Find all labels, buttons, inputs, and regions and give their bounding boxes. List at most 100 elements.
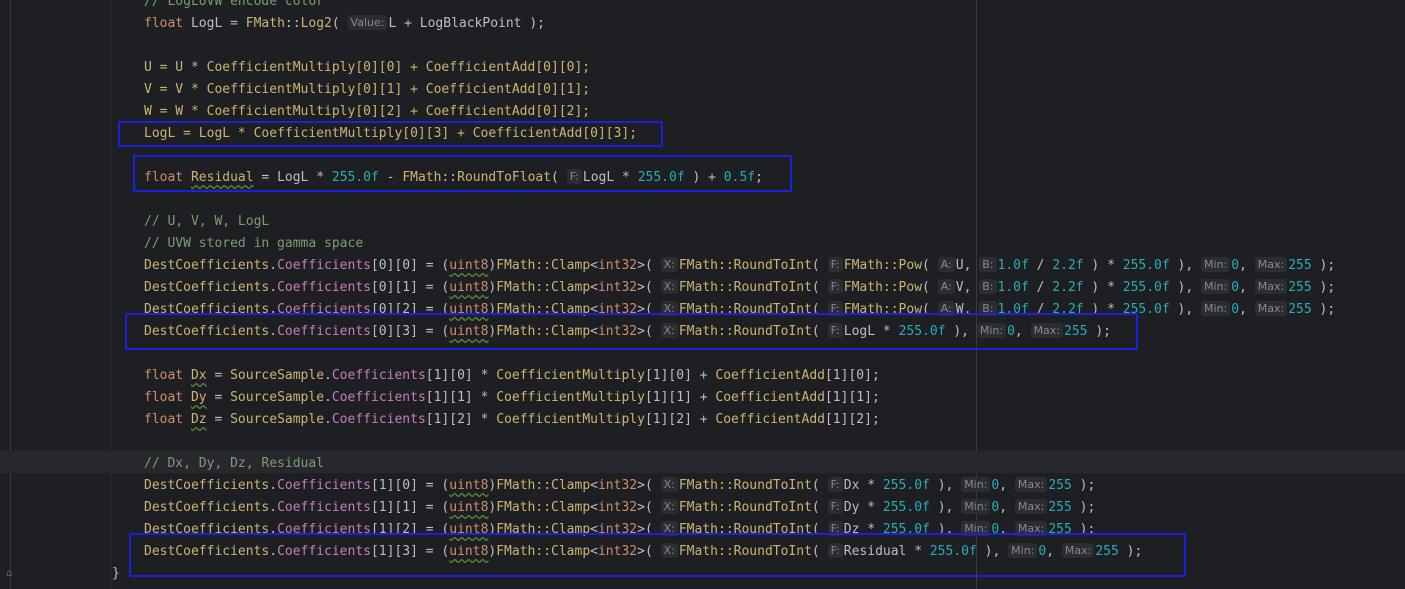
code-token: Coefficients [277,280,371,295]
code-token: DestCoefficients [144,324,270,339]
parameter-hint: Min: [1201,257,1231,272]
code-line-comment[interactable]: // LogLUVW encode color [144,0,324,13]
comment: // LogLUVW encode color [144,0,325,9]
code-token: FMath [245,16,285,31]
code-token: 255.0f [929,544,977,559]
code-token: LogL = LogL * CoefficientMultiply[0][3] … [144,126,638,141]
code-token: ); [1311,280,1336,295]
code-line[interactable]: float Dz = SourceSample.Coefficients[1][… [144,409,880,431]
parameter-hint: Min: [961,477,991,492]
parameter-hint: X: [660,323,678,338]
code-line-comment[interactable]: // Dx, Dy, Dz, Residual [144,453,324,475]
code-token: . [324,412,332,427]
code-token: W [955,302,964,317]
code-token: Dz [190,412,207,427]
parameter-hint: F: [827,323,843,338]
parameter-hint: X: [660,543,678,558]
code-token: int32 [597,500,638,515]
code-token: 2.2f [1052,258,1084,273]
parameter-hint: Max: [1254,279,1288,294]
code-token: / [1028,258,1053,273]
code-line[interactable]: float Dx = SourceSample.Coefficients[1][… [144,365,880,387]
fold-icon[interactable]: ⌂ [4,568,14,580]
code-token: . [269,280,278,295]
code-line-dest[interactable]: DestCoefficients.Coefficients[1][1] = (u… [144,497,1095,519]
code-token: ), [929,478,962,493]
code-token: L + LogBlackPoint ); [388,16,545,31]
code-token: W = W * CoefficientMultiply[0][2] + Coef… [144,104,591,119]
code-token: DestCoefficients [144,522,270,537]
code-token: ( [811,280,828,295]
code-line-dest[interactable]: DestCoefficients.Coefficients[0][3] = (u… [144,321,1111,343]
code-token: Coefficients [277,544,371,559]
code-token: 255.0f [1122,258,1170,273]
code-token: LogL * [843,324,899,339]
code-token: [1][3] = ( [370,544,450,559]
code-token: FMath::Pow [843,280,923,295]
parameter-hint: F: [827,279,843,294]
code-token: . [269,324,278,339]
code-line[interactable]: float Dy = SourceSample.Coefficients[1][… [144,387,880,409]
code-token: >( [637,500,661,515]
code-token: ); [1071,500,1096,515]
code-token: CoefficientAdd [715,412,825,427]
code-line-dest[interactable]: DestCoefficients.Coefficients[0][0] = (u… [144,255,1335,277]
code-token: [1][0]; [824,368,880,383]
code-token: >( [637,302,661,317]
code-line-comment[interactable]: // UVW stored in gamma space [144,233,363,255]
code-token: ( [811,544,828,559]
code-token: 255.0f [1122,280,1170,295]
code-line[interactable]: LogL = LogL * CoefficientMultiply[0][3] … [144,123,637,145]
parameter-hint: A: [937,279,955,294]
code-line[interactable]: W = W * CoefficientMultiply[0][2] + Coef… [144,101,590,123]
code-line-comment[interactable]: // U, V, W, LogL [144,211,269,233]
code-token: 255 [1288,258,1312,273]
parameter-hint: Value: [347,15,388,30]
code-line-brace[interactable]: } [112,563,120,585]
code-token: uint8 [449,500,489,515]
code-line[interactable]: V = V * CoefficientMultiply[0][1] + Coef… [144,79,590,101]
code-line-dest[interactable]: DestCoefficients.Coefficients[1][2] = (u… [144,519,1095,541]
code-line[interactable]: U = U * CoefficientMultiply[0][0] + Coef… [144,57,590,79]
parameter-hint: X: [660,477,678,492]
code-token: int32 [597,280,638,295]
parameter-hint: X: [660,301,678,316]
code-token: uint8 [449,324,489,339]
code-token: . [269,478,278,493]
code-token: >( [637,478,661,493]
code-token: . [324,390,332,405]
code-token: 0 [1007,324,1015,339]
code-line-dest[interactable]: DestCoefficients.Coefficients[0][2] = (u… [144,299,1335,321]
code-token: U [955,258,964,273]
parameter-hint: Max: [1014,521,1048,536]
code-line[interactable]: float Residual = LogL * 255.0f - FMath::… [144,167,763,189]
code-token: FMath::Pow [843,302,923,317]
code-line[interactable]: float LogL = FMath::Log2( Value: L + LogB… [144,13,545,35]
code-token: 1.0f [997,302,1029,317]
code-token: Dx * [843,478,883,493]
code-token: < [590,280,598,295]
code-token: ( [811,302,828,317]
parameter-hint: B: [979,257,997,272]
code-token: FMath::Clamp [496,500,591,515]
code-token: < [590,302,598,317]
parameter-hint: X: [660,521,678,536]
code-line-dest[interactable]: DestCoefficients.Coefficients[1][3] = (u… [144,541,1142,563]
code-token: ), [1169,302,1202,317]
code-token: , [999,478,1015,493]
code-editor[interactable]: ⌂ // LogLUVW encode color float LogL = FM… [0,0,1405,589]
parameter-hint: Min: [961,499,991,514]
code-line-dest[interactable]: DestCoefficients.Coefficients[1][0] = (u… [144,475,1095,497]
parameter-hint: Max: [1254,257,1288,272]
code-token: . [269,258,278,273]
code-token: Coefficients [331,368,426,383]
parameter-hint: Min: [1201,301,1231,316]
code-token: Residual * [843,544,930,559]
code-token: ) + [684,170,724,185]
code-token: , [1046,544,1062,559]
comment: // UVW stored in gamma space [144,236,364,251]
code-token: DestCoefficients [144,302,270,317]
code-line-dest[interactable]: DestCoefficients.Coefficients[0][1] = (u… [144,277,1335,299]
code-token: Coefficients [277,324,371,339]
code-token: ( [811,324,828,339]
